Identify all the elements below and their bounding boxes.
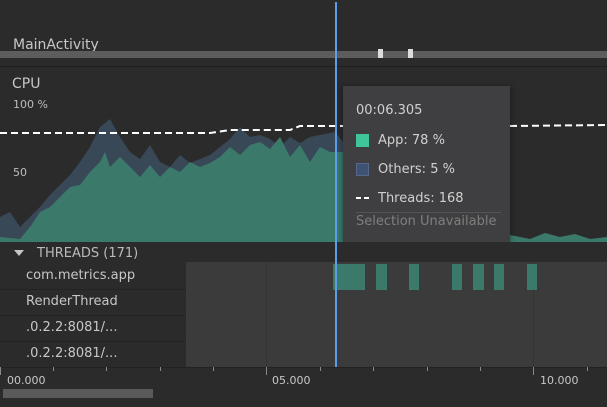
thread-item[interactable]: com.metrics.app <box>26 268 135 283</box>
tooltip-app-value: App: 78 % <box>378 133 445 148</box>
axis-minor-tick <box>106 367 107 371</box>
axis-minor-tick <box>587 367 588 371</box>
axis-major-tick <box>0 367 1 375</box>
cpu-tooltip: 00:06.305 App: 78 % Others: 5 % Threads:… <box>343 86 510 242</box>
axis-label: 05.000 <box>272 374 311 387</box>
playhead-cursor[interactable] <box>335 2 337 367</box>
activity-bar[interactable] <box>0 51 607 58</box>
axis-minor-tick <box>373 367 374 371</box>
tooltip-app-row: App: 78 % <box>356 133 445 148</box>
axis-minor-tick <box>480 367 481 371</box>
thread-state-running[interactable] <box>527 264 537 290</box>
axis-minor-tick <box>160 367 161 371</box>
thread-state-running[interactable] <box>409 264 419 290</box>
tooltip-time: 00:06.305 <box>356 103 423 118</box>
thread-timeline[interactable] <box>186 262 607 367</box>
collapse-arrow-icon[interactable] <box>14 250 24 256</box>
y-axis-tick-50: 50 <box>13 166 27 179</box>
thread-state-running[interactable] <box>494 264 504 290</box>
threads-legend-swatch <box>356 192 369 205</box>
tooltip-threads-row: Threads: 168 <box>356 191 464 206</box>
axis-minor-tick <box>213 367 214 371</box>
scrollbar-thumb[interactable] <box>3 389 153 398</box>
cpu-label: CPU <box>12 76 41 92</box>
threads-line <box>0 125 343 134</box>
tooltip-threads-value: Threads: 168 <box>378 191 464 206</box>
axis-minor-tick <box>427 367 428 371</box>
axis-minor-tick <box>320 367 321 371</box>
thread-item[interactable]: RenderThread <box>26 294 118 309</box>
divider <box>0 289 186 290</box>
app-usage-area-tail <box>510 233 607 242</box>
thread-state-running[interactable] <box>376 264 387 290</box>
axis-major-tick <box>266 367 267 375</box>
divider <box>0 315 186 316</box>
cpu-chart <box>0 119 607 242</box>
axis-label: 00.000 <box>7 374 46 387</box>
grid-line <box>266 262 267 367</box>
tooltip-selection-unavailable: Selection Unavailable <box>356 214 497 229</box>
axis-minor-tick <box>53 367 54 371</box>
tooltip-others-value: Others: 5 % <box>378 162 455 177</box>
divider <box>0 341 186 342</box>
tooltip-others-row: Others: 5 % <box>356 162 455 177</box>
event-marker[interactable] <box>408 49 413 58</box>
app-legend-swatch <box>356 134 369 147</box>
thread-state-running[interactable] <box>452 264 462 290</box>
thread-item[interactable]: .0.2.2:8081/... <box>26 346 117 361</box>
axis-major-tick <box>533 367 534 375</box>
event-marker[interactable] <box>378 49 383 58</box>
tooltip-divider <box>356 212 501 213</box>
threads-line-tail <box>509 124 607 127</box>
thread-state-running[interactable] <box>333 264 365 290</box>
axis-label: 10.000 <box>540 374 579 387</box>
thread-list: com.metrics.app RenderThread .0.2.2:8081… <box>0 262 186 367</box>
thread-item[interactable]: .0.2.2:8081/... <box>26 320 117 335</box>
thread-state-running[interactable] <box>473 264 484 290</box>
others-legend-swatch <box>356 163 369 176</box>
threads-title: THREADS (171) <box>37 246 139 261</box>
y-axis-tick-100: 100 % <box>13 98 48 111</box>
